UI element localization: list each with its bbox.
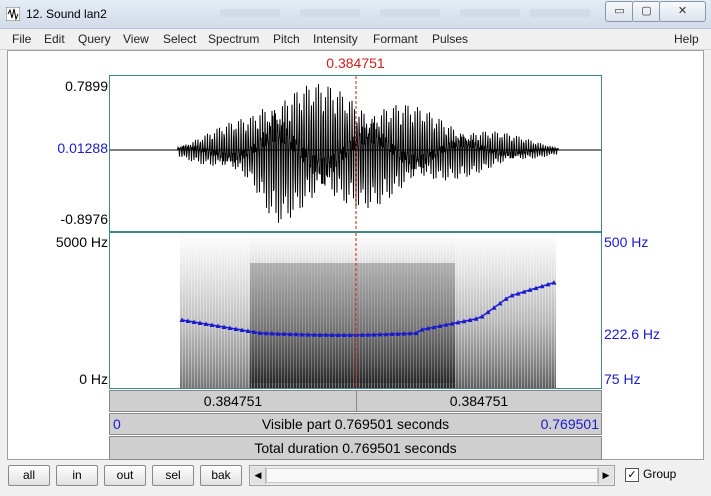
spectrogram-region-onset bbox=[180, 233, 250, 388]
group-label: Group bbox=[643, 467, 677, 481]
menu-pitch[interactable]: Pitch bbox=[273, 32, 300, 46]
visible-part-text: Visible part 0.769501 seconds bbox=[261, 416, 450, 432]
zoom-out-button[interactable]: out bbox=[104, 465, 146, 486]
spectrogram-fmax-label: 5000 Hz bbox=[55, 234, 108, 250]
menu-bar: File Edit Query View Select Spectrum Pit… bbox=[0, 29, 711, 50]
menu-edit[interactable]: Edit bbox=[44, 32, 65, 46]
scroll-left-arrow-icon[interactable]: ◀ bbox=[251, 467, 266, 484]
menu-help[interactable]: Help bbox=[674, 32, 699, 46]
background-taskbar-ghost bbox=[300, 9, 360, 17]
horizontal-scrollbar[interactable]: ◀ ▶ bbox=[249, 465, 615, 486]
spectrogram-region-vowel bbox=[250, 263, 455, 383]
waveform-trace bbox=[110, 84, 601, 223]
menu-file[interactable]: File bbox=[12, 32, 31, 46]
selection-bar[interactable]: 0.384751 0.384751 bbox=[109, 390, 602, 412]
praat-app-icon bbox=[6, 7, 20, 21]
menu-query[interactable]: Query bbox=[78, 32, 111, 46]
spectrogram-fmin-label: 0 Hz bbox=[79, 371, 108, 387]
menu-formant[interactable]: Formant bbox=[373, 32, 418, 46]
menu-select[interactable]: Select bbox=[163, 32, 196, 46]
pitch-bottom-label: 75 Hz bbox=[604, 371, 641, 387]
menu-view[interactable]: View bbox=[123, 32, 149, 46]
waveform-ymin-label: -0.8976 bbox=[60, 211, 108, 227]
close-button[interactable]: ✕ bbox=[659, 1, 706, 22]
waveform-ymid-label: 0.01288 bbox=[57, 140, 108, 156]
zoom-all-button[interactable]: all bbox=[8, 465, 50, 486]
minimize-button[interactable]: ▭ bbox=[605, 1, 634, 22]
cursor-time-label: 0.384751 bbox=[326, 55, 385, 71]
window-title: 12. Sound lan2 bbox=[26, 7, 107, 21]
pitch-top-label: 500 Hz bbox=[604, 234, 649, 250]
scrollbar-thumb[interactable] bbox=[266, 468, 598, 483]
total-duration-bar[interactable]: Total duration 0.769501 seconds bbox=[109, 436, 602, 460]
zoom-back-button[interactable]: bak bbox=[200, 465, 242, 486]
menu-pulses[interactable]: Pulses bbox=[432, 32, 468, 46]
waveform-ymax-label: 0.7899 bbox=[65, 78, 108, 94]
spectrogram-region-offset bbox=[455, 233, 556, 388]
menu-spectrum[interactable]: Spectrum bbox=[208, 32, 259, 46]
spectrogram-view[interactable] bbox=[109, 232, 602, 389]
maximize-button[interactable]: ▢ bbox=[632, 1, 661, 22]
waveform-view[interactable] bbox=[109, 75, 602, 232]
selection-right-time[interactable]: 0.384751 bbox=[357, 391, 601, 411]
selection-left-time[interactable]: 0.384751 bbox=[110, 391, 356, 411]
scroll-right-arrow-icon[interactable]: ▶ bbox=[598, 467, 613, 484]
menu-intensity[interactable]: Intensity bbox=[313, 32, 358, 46]
background-taskbar-ghost bbox=[530, 9, 590, 17]
zoom-in-button[interactable]: in bbox=[56, 465, 98, 486]
visible-part-bar[interactable]: 0 Visible part 0.769501 seconds 0.769501 bbox=[109, 413, 602, 435]
group-checkbox[interactable]: ✓ bbox=[625, 468, 639, 482]
background-taskbar-ghost bbox=[380, 9, 440, 17]
spectrogram-canvas bbox=[179, 233, 557, 388]
pitch-mid-label: 222.6 Hz bbox=[604, 326, 661, 342]
zoom-selection-button[interactable]: sel bbox=[152, 465, 194, 486]
waveform-canvas bbox=[110, 76, 601, 231]
total-duration-text: Total duration 0.769501 seconds bbox=[254, 440, 457, 456]
background-taskbar-ghost bbox=[220, 9, 280, 17]
visible-end-time: 0.769501 bbox=[540, 416, 599, 432]
background-taskbar-ghost bbox=[460, 9, 520, 17]
